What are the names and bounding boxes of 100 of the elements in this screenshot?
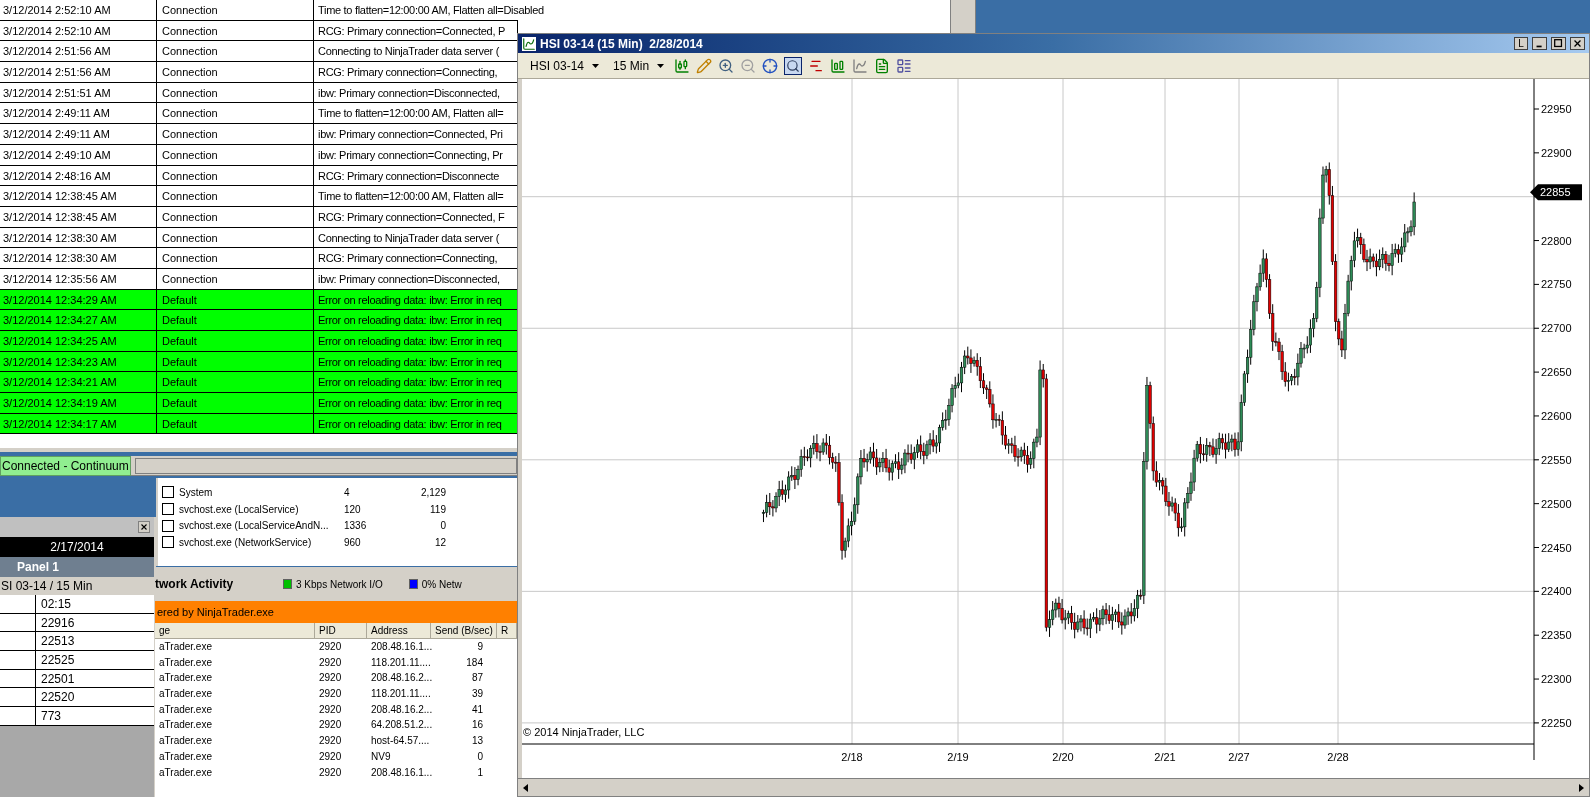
log-row[interactable]: 3/12/2014 12:38:30 AM Connection RCG: Primary connection=Connecting, <box>0 248 517 269</box>
table-cell: Connection <box>157 165 314 186</box>
table-cell-text: RCG: Primary connection=Connecting, <box>317 65 498 81</box>
close-icon[interactable] <box>1570 37 1585 50</box>
column-header[interactable]: PID <box>315 623 367 638</box>
chart-icon <box>522 36 536 51</box>
table-cell-text: 39 <box>470 687 484 702</box>
table-cell: 3/12/2014 12:38:30 AM <box>0 227 157 248</box>
table-cell-text: 22525 <box>40 652 75 669</box>
log-row[interactable]: 3/12/2014 12:34:29 AM Default Error on reloading data: ibw: Error in req <box>0 289 517 311</box>
log-row[interactable]: 3/12/2014 12:38:45 AM Connection Time to flatten=12:00:00 AM, Flatten all= <box>0 186 517 207</box>
process-value: 2,129 <box>419 485 446 500</box>
close-icon[interactable] <box>138 521 150 533</box>
table-cell-text: 9 <box>476 640 484 654</box>
log-row[interactable]: 3/12/2014 2:51:51 AM Connection ibw: Primary connection=Disconnected, <box>0 82 517 104</box>
axis-label: 22950 <box>1541 103 1572 115</box>
copyright-text: © 2014 NinjaTrader, LLC <box>523 726 645 738</box>
table-cell-text: 208.48.16.1... <box>370 640 431 654</box>
column-chart-icon[interactable] <box>830 57 847 74</box>
table-cell-text: 64.208.51.2... <box>370 718 431 733</box>
table-cell-text: 13 <box>470 734 484 749</box>
table-cell-text: 208.48.16.2... <box>370 671 431 686</box>
column-header[interactable]: Address <box>367 623 431 638</box>
column-header[interactable]: Send (B/sec) <box>431 623 497 638</box>
zoom-in-icon[interactable] <box>718 57 735 74</box>
log-row[interactable]: 3/12/2014 2:52:10 AM Connection Time to flatten=12:00:00 AM, Flatten all=Disabled <box>0 0 950 21</box>
table-cell-text: 208.48.16.2... <box>370 702 431 717</box>
instrument-dropdown[interactable]: HSI 03-14 <box>526 56 604 75</box>
axis-label: 22650 <box>1541 366 1572 379</box>
log-row[interactable]: 3/12/2014 12:38:45 AM Connection RCG: Primary connection=Connected, F <box>0 206 517 228</box>
table-cell-text: aTrader.exe <box>158 734 213 749</box>
line-chart-icon[interactable] <box>852 57 869 74</box>
log-row[interactable]: 3/12/2014 12:34:17 AM Default Error on reloading data: ibw: Error in req <box>0 413 517 435</box>
table-cell-text: Error on reloading data: ibw: Error in req <box>317 416 502 432</box>
log-row[interactable]: 3/12/2014 12:34:23 AM Default Error on reloading data: ibw: Error in req <box>0 351 517 373</box>
log-row[interactable]: 3/12/2014 2:52:10 AM Connection RCG: Primary connection=Connected, P <box>0 20 517 42</box>
table-cell-text: Time to flatten=12:00:00 AM, Flatten all= <box>317 106 504 122</box>
log-row[interactable]: 3/12/2014 12:34:19 AM Default Error on reloading data: ibw: Error in req <box>0 393 517 414</box>
table-cell: Default <box>157 372 314 393</box>
minimize-icon[interactable] <box>1532 37 1547 50</box>
table-cell: 3/12/2014 12:35:56 AM <box>0 268 157 289</box>
table-cell: 3/12/2014 2:51:56 AM <box>0 62 157 82</box>
axis-label: 22500 <box>1541 497 1572 510</box>
list-icon[interactable] <box>896 57 913 74</box>
process-pid: 960 <box>344 535 362 550</box>
maximize-icon[interactable] <box>1551 37 1566 50</box>
table-cell: Connection <box>157 227 314 248</box>
log-row[interactable]: 3/12/2014 12:34:27 AM Default Error on reloading data: ibw: Error in req <box>0 310 517 331</box>
checkbox[interactable] <box>162 486 174 499</box>
axis-label: 22250 <box>1541 716 1572 729</box>
process-pid: 4 <box>344 485 351 500</box>
pencil-icon[interactable] <box>696 57 713 74</box>
document-icon[interactable] <box>874 57 891 74</box>
column-header[interactable]: ge <box>155 623 315 638</box>
log-row[interactable]: 3/12/2014 12:34:21 AM Default Error on reloading data: ibw: Error in req <box>0 372 517 394</box>
interval-dropdown[interactable]: 15 Min <box>609 56 669 75</box>
log-row[interactable]: 3/12/2014 2:49:10 AM Connection ibw: Primary connection=Connecting, Pr <box>0 144 517 166</box>
table-cell: 3/12/2014 2:52:10 AM <box>0 0 157 20</box>
candlestick-icon[interactable] <box>674 57 691 74</box>
axis-label: 2/20 <box>1052 751 1074 763</box>
table-cell-text: Connecting to NinjaTrader data server ( <box>317 44 500 60</box>
table-cell: Connection <box>157 62 314 82</box>
log-row[interactable]: 3/12/2014 2:48:16 AM Connection RCG: Primary connection=Disconnecte <box>0 165 517 187</box>
axis-label: 2/21 <box>1154 751 1176 763</box>
axis-label: 22450 <box>1541 541 1572 554</box>
table-cell: 3/12/2014 12:34:23 AM <box>0 351 157 372</box>
table-cell: Connection <box>157 0 314 20</box>
log-row[interactable]: 3/12/2014 12:35:56 AM Connection ibw: Primary connection=Disconnected, <box>0 268 517 290</box>
table-cell: Connection <box>157 82 314 103</box>
splitter-bar[interactable] <box>950 0 976 33</box>
log-row[interactable]: 3/12/2014 12:38:30 AM Connection Connecting to NinjaTrader data server ( <box>0 227 517 249</box>
table-cell-text: 118.201.11.... <box>370 687 431 702</box>
axis-label: 22750 <box>1541 278 1572 291</box>
table-cell-text: Error on reloading data: ibw: Error in req <box>317 334 502 349</box>
window-title: HSI 03-14 (15 Min) 2/28/2014 <box>540 35 703 53</box>
table-cell-text: Error on reloading data: ibw: Error in req <box>317 396 502 412</box>
table-cell: 3/12/2014 2:49:10 AM <box>0 144 157 165</box>
log-row[interactable]: 3/12/2014 2:49:11 AM Connection Time to flatten=12:00:00 AM, Flatten all= <box>0 103 517 125</box>
axis-label: 22300 <box>1541 673 1572 686</box>
table-cell: 3/12/2014 2:52:10 AM <box>0 20 157 41</box>
table-cell: Connection <box>157 20 314 41</box>
log-row[interactable]: 3/12/2014 2:51:56 AM Connection RCG: Primary connection=Connecting, <box>0 62 517 83</box>
layout-button[interactable]: L <box>1514 37 1528 50</box>
search-icon[interactable] <box>784 56 803 75</box>
axis-label: 2/19 <box>947 751 969 763</box>
process-value: 0 <box>439 519 446 534</box>
table-cell-text: ibw: Primary connection=Disconnected, <box>317 85 500 101</box>
checkbox[interactable] <box>162 536 174 549</box>
table-cell: Default <box>157 393 314 413</box>
process-name: System <box>178 485 214 500</box>
checkbox[interactable] <box>162 519 174 532</box>
table-cell: 3/12/2014 2:49:11 AM <box>0 103 157 124</box>
process-name: svchost.exe (LocalService) <box>178 502 300 517</box>
crosshair-icon[interactable] <box>762 57 779 74</box>
process-value: 119 <box>429 502 446 517</box>
table-cell-text: aTrader.exe <box>158 640 213 654</box>
log-row[interactable]: 3/12/2014 12:34:25 AM Default Error on reloading data: ibw: Error in req <box>0 331 517 352</box>
log-row[interactable]: 3/12/2014 2:51:56 AM Connection Connecting to NinjaTrader data server ( <box>0 41 517 63</box>
checkbox[interactable] <box>162 503 174 516</box>
log-row[interactable]: 3/12/2014 2:49:11 AM Connection ibw: Primary connection=Connected, Pri <box>0 124 517 145</box>
